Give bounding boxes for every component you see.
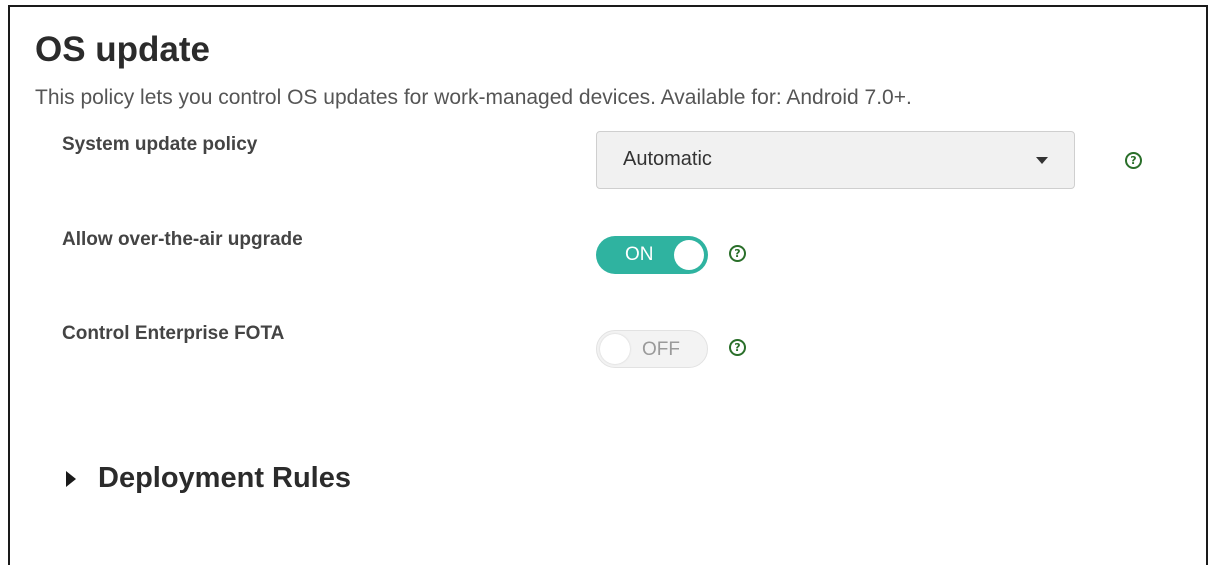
control-enterprise-fota-label: Control Enterprise FOTA [62, 323, 285, 344]
allow-ota-upgrade-toggle[interactable]: ON [596, 236, 708, 274]
toggle-state-text: ON [625, 244, 654, 265]
caret-down-icon [1036, 157, 1048, 164]
deployment-rules-title: Deployment Rules [98, 462, 351, 494]
help-icon[interactable]: ? [729, 339, 746, 356]
deployment-rules-expander[interactable]: Deployment Rules [66, 462, 351, 495]
allow-ota-upgrade-label: Allow over-the-air upgrade [62, 229, 303, 250]
toggle-state-text: OFF [642, 339, 680, 360]
help-icon[interactable]: ? [729, 245, 746, 262]
control-enterprise-fota-toggle[interactable]: OFF [596, 330, 708, 368]
toggle-knob [674, 240, 704, 270]
page-description: This policy lets you control OS updates … [35, 86, 912, 109]
triangle-right-icon [66, 470, 76, 487]
system-update-policy-label: System update policy [62, 134, 258, 155]
help-icon[interactable]: ? [1125, 152, 1142, 169]
system-update-policy-value: Automatic [623, 148, 712, 170]
page-title: OS update [35, 30, 211, 69]
system-update-policy-select[interactable]: Automatic [596, 131, 1075, 189]
toggle-knob [600, 334, 630, 364]
